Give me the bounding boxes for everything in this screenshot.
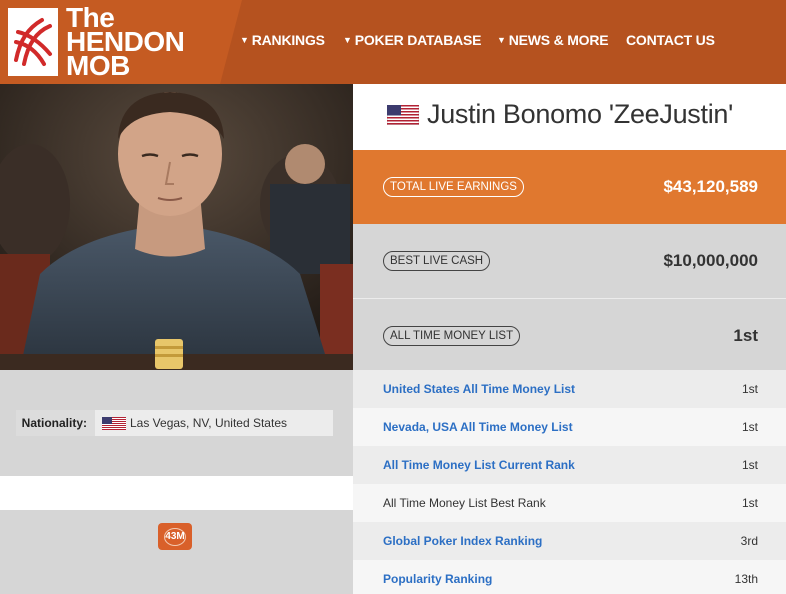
site-logo[interactable]: The HENDON MOB [0,0,242,84]
all-time-money-list-block: ALL TIME MONEY LIST 1st [353,298,786,372]
best-live-cash-label[interactable]: BEST LIVE CASH [383,251,491,271]
ranking-row: Global Poker Index Ranking 3rd [353,522,786,560]
logo-text-mob: MOB [66,50,130,81]
nationality-value: Las Vegas, NV, United States [130,416,287,430]
all-time-money-list-label[interactable]: ALL TIME MONEY LIST [383,326,521,346]
ranking-value: 1st [741,496,758,510]
ranking-list: United States All Time Money List 1st Ne… [353,370,786,594]
nav-rankings[interactable]: ▼ RANKINGS [240,32,325,48]
spacer [0,476,353,510]
ranking-value: 3rd [740,534,758,548]
player-name-row: Justin Bonomo 'ZeeJustin' [353,84,786,150]
ranking-value: 13th [734,572,758,586]
ranking-value: 1st [741,420,758,434]
us-flag-icon [102,417,126,430]
all-time-money-list-value: 1st [733,326,758,345]
nav-rankings-label: RANKINGS [251,32,325,48]
earnings-badge[interactable]: 43M [158,523,192,550]
nav-contact-us-label: CONTACT US [626,32,715,48]
best-live-cash-block: BEST LIVE CASH $10,000,000 [353,224,786,298]
ranking-row: All Time Money List Current Rank 1st [353,446,786,484]
ranking-link-us-all-time[interactable]: United States All Time Money List [383,370,575,408]
nav-poker-database-label: POKER DATABASE [354,32,482,48]
player-info-panel: Nationality: Las Vegas, NV, United State… [0,370,353,476]
nationality-row: Nationality: Las Vegas, NV, United State… [16,410,333,436]
caret-down-icon: ▼ [343,35,352,45]
nav-news-more[interactable]: ▼ NEWS & MORE [497,32,609,48]
hendon-mob-emblem-icon [8,8,58,76]
site-header: The HENDON MOB ▼ RANKINGS ▼ POKER DATABASE… [0,0,786,84]
player-photo [0,84,353,370]
ranking-value: 1st [741,382,758,396]
ranking-value: 1st [741,458,758,472]
total-live-earnings-block: TOTAL LIVE EARNINGS $43,120,589 [353,150,786,224]
ranking-row: Nevada, USA All Time Money List 1st [353,408,786,446]
badge-panel: 43M [0,510,353,594]
ranking-row: Popularity Ranking 13th [353,560,786,594]
best-live-cash-value: $10,000,000 [663,251,758,270]
nav-poker-database[interactable]: ▼ POKER DATABASE [343,32,481,48]
ranking-link-popularity[interactable]: Popularity Ranking [383,560,492,594]
nav-contact-us[interactable]: CONTACT US [626,32,715,48]
caret-down-icon: ▼ [497,35,506,45]
nationality-label: Nationality: [16,410,95,436]
us-flag-icon [387,105,419,125]
ranking-link-nevada-all-time[interactable]: Nevada, USA All Time Money List [383,408,573,446]
caret-down-icon: ▼ [240,35,249,45]
ranking-row: All Time Money List Best Rank 1st [353,484,786,522]
total-live-earnings-value: $43,120,589 [663,177,758,196]
ranking-link-current-rank[interactable]: All Time Money List Current Rank [383,446,575,484]
ranking-row: United States All Time Money List 1st [353,370,786,408]
ranking-label-best-rank: All Time Money List Best Rank [383,496,546,510]
player-name: Justin Bonomo 'ZeeJustin' [427,99,733,129]
earnings-badge-text: 43M [164,528,186,546]
ranking-link-gpi[interactable]: Global Poker Index Ranking [383,522,542,560]
total-live-earnings-label[interactable]: TOTAL LIVE EARNINGS [383,177,524,197]
nav-news-more-label: NEWS & MORE [508,32,609,48]
